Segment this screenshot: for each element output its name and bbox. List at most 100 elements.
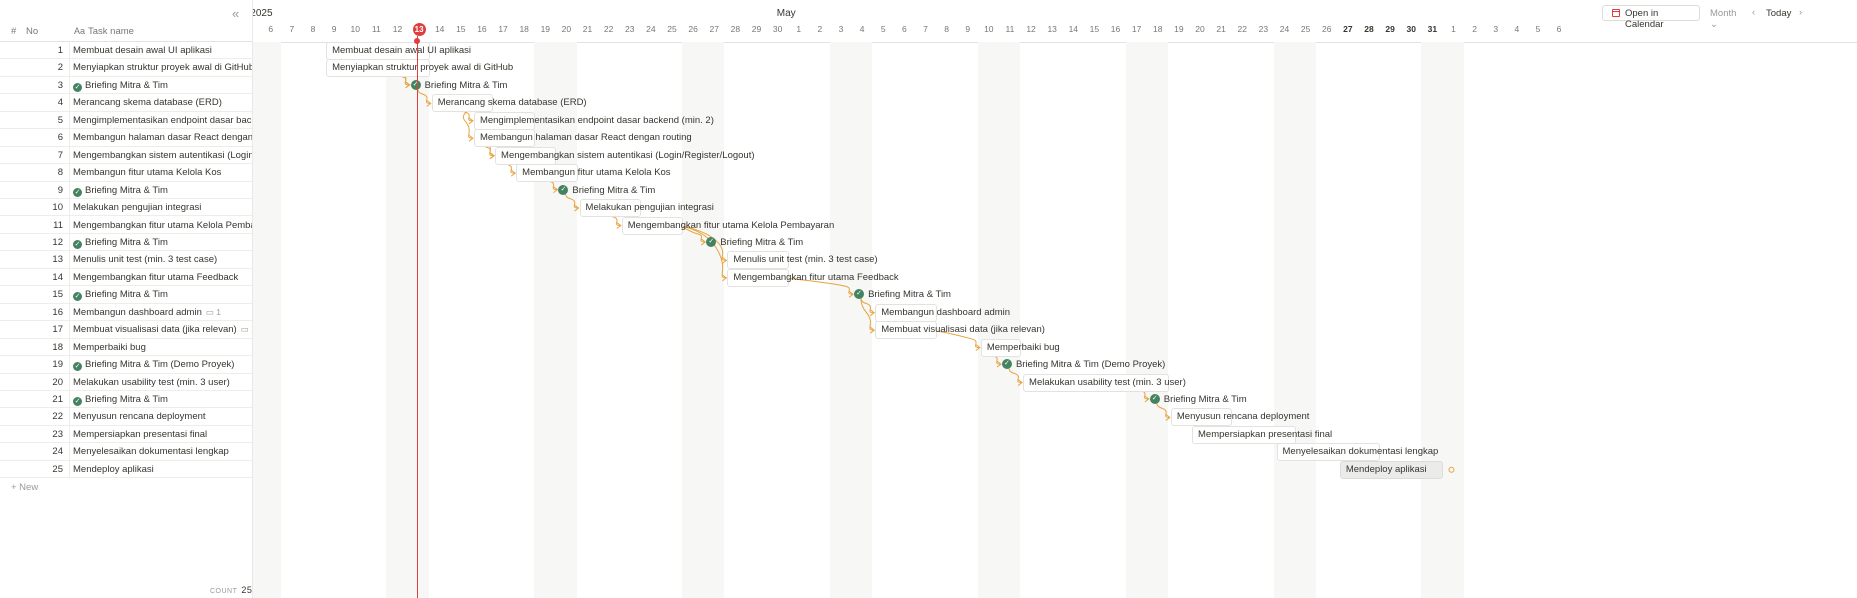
table-row[interactable]: 13 Menulis unit test (min. 3 test case) xyxy=(0,250,252,269)
row-number: 19 xyxy=(52,359,63,371)
task-name-text: Menulis unit test (min. 3 test case) xyxy=(73,254,218,266)
task-name-text: Membangun halaman dasar React dengan rou… xyxy=(73,132,252,144)
table-row[interactable]: 14 Mengembangkan fitur utama Feedback xyxy=(0,267,252,287)
table-row[interactable]: 8 Membangun fitur utama Kelola Kos xyxy=(0,163,252,182)
table-row[interactable]: 24 Menyelesaikan dokumentasi lengkap xyxy=(0,442,252,461)
table-row[interactable]: 3 ✓ Briefing Mitra & Tim xyxy=(0,75,252,95)
task-bar-label: Membuat visualisasi data (jika relevan) xyxy=(881,324,1045,336)
open-in-calendar-button[interactable]: Open in Calendar xyxy=(1602,5,1700,30)
task-bar-label: Membangun fitur utama Kelola Kos xyxy=(522,167,671,179)
table-row[interactable]: 1 Membuat desain awal UI aplikasi xyxy=(0,41,252,60)
task-name[interactable]: Mempersiapkan presentasi final xyxy=(73,429,207,440)
table-row[interactable]: 18 Memperbaiki bug xyxy=(0,337,252,357)
task-bar-label: Melakukan pengujian integrasi xyxy=(585,202,714,214)
row-number: 12 xyxy=(52,236,63,248)
table-row[interactable]: 11 Mengembangkan fitur utama Kelola Pemba… xyxy=(0,215,252,234)
task-name-text: Briefing Mitra & Tim xyxy=(85,79,168,91)
milestone-label: Briefing Mitra & Tim (Demo Proyek) xyxy=(1015,359,1166,371)
row-number: 8 xyxy=(57,167,63,179)
task-name[interactable]: Mengimplementasikan endpoint dasar backe… xyxy=(73,115,252,126)
row-divider xyxy=(69,215,70,233)
number-column-icon: # xyxy=(11,26,17,37)
row-number: 25 xyxy=(52,463,63,475)
row-number: 9 xyxy=(57,184,63,196)
task-name[interactable]: ✓ Briefing Mitra & Tim (Demo Proyek) xyxy=(73,359,234,372)
row-number: 13 xyxy=(52,254,63,266)
table-row[interactable]: 9 ✓ Briefing Mitra & Tim xyxy=(0,180,252,200)
table-row[interactable]: 10 Melakukan pengujian integrasi xyxy=(0,198,252,217)
table-row[interactable]: 2 Menyiapkan struktur proyek awal di GitH… xyxy=(0,58,252,77)
table-row[interactable]: 5 Mengimplementasikan endpoint dasar back… xyxy=(0,110,252,130)
task-name-text: Membuat visualisasi data (jika relevan) xyxy=(73,324,237,336)
table-row[interactable]: 12 ✓ Briefing Mitra & Tim xyxy=(0,232,252,252)
table-row[interactable]: 25 Mendeploy aplikasi xyxy=(0,459,252,479)
task-name[interactable]: Melakukan pengujian integrasi xyxy=(73,202,201,213)
column-header-task-name[interactable]: Task name xyxy=(88,26,134,37)
table-row[interactable]: 7 Mengembangkan sistem autentikasi (Login… xyxy=(0,145,252,165)
row-divider xyxy=(69,110,70,129)
table-row[interactable]: 20 Melakukan usability test (min. 3 user) xyxy=(0,372,252,391)
task-name[interactable]: Menyelesaikan dokumentasi lengkap xyxy=(73,446,229,457)
milestone-check-icon[interactable]: ✓ xyxy=(410,79,421,90)
milestone-check-icon[interactable]: ✓ xyxy=(1149,394,1160,404)
task-name-text: Menyusun rencana deployment xyxy=(73,411,206,423)
task-bar-label: Merancang skema database (ERD) xyxy=(437,97,587,109)
dependency-handle-icon[interactable] xyxy=(1448,466,1455,473)
task-name[interactable]: ✓ Briefing Mitra & Tim xyxy=(73,185,168,197)
task-name[interactable]: Membangun halaman dasar React dengan rou… xyxy=(73,132,252,143)
zoom-select[interactable]: Month ⌄ xyxy=(1710,8,1736,30)
previous-icon[interactable]: ‹ xyxy=(1752,7,1755,18)
task-name-text: Briefing Mitra & Tim xyxy=(85,394,168,405)
task-name[interactable]: Mendeploy aplikasi xyxy=(73,464,154,475)
task-name[interactable]: ✓ Briefing Mitra & Tim xyxy=(73,394,168,406)
row-number: 20 xyxy=(52,376,63,388)
table-row[interactable]: 19 ✓ Briefing Mitra & Tim (Demo Proyek) xyxy=(0,355,252,374)
table-row[interactable]: 17 Membuat visualisasi data (jika relevan… xyxy=(0,320,252,339)
task-bar-label: Melakukan usability test (min. 3 user) xyxy=(1029,376,1186,388)
task-name[interactable]: Membuat desain awal UI aplikasi xyxy=(73,45,212,56)
task-name[interactable]: Mengembangkan sistem autentikasi (Login/… xyxy=(73,150,252,161)
task-name[interactable]: Memperbaiki bug xyxy=(73,342,146,353)
new-task-button[interactable]: + New xyxy=(11,482,38,493)
table-row[interactable]: 15 ✓ Briefing Mitra & Tim xyxy=(0,285,252,304)
table-row[interactable]: 6 Membangun halaman dasar React dengan ro… xyxy=(0,128,252,147)
milestone-check-icon[interactable]: ✓ xyxy=(558,184,569,195)
task-name[interactable]: ✓ Briefing Mitra & Tim xyxy=(73,237,168,249)
row-number: 7 xyxy=(57,149,63,161)
row-divider xyxy=(69,424,70,443)
column-header-no[interactable]: No xyxy=(26,26,38,37)
task-name[interactable]: Menulis unit test (min. 3 test case) xyxy=(73,254,217,265)
task-name[interactable]: Mengembangkan fitur utama Feedback xyxy=(73,272,238,283)
task-name[interactable]: Membuat visualisasi data (jika relevan) ▭… xyxy=(73,324,252,335)
table-header: # No Aa Task name xyxy=(0,20,252,42)
task-name[interactable]: ✓ Briefing Mitra & Tim xyxy=(73,80,168,92)
row-divider xyxy=(69,232,70,251)
table-row[interactable]: 16 Membangun dashboard admin ▭ 1 xyxy=(0,302,252,322)
table-row[interactable]: 23 Mempersiapkan presentasi final xyxy=(0,424,252,444)
task-name[interactable]: Mengembangkan fitur utama Kelola Pembaya… xyxy=(73,220,252,231)
table-row[interactable]: 22 Menyusun rencana deployment xyxy=(0,407,252,426)
task-name[interactable]: Membangun fitur utama Kelola Kos xyxy=(73,167,221,178)
comment-icon[interactable]: ▭ 1 xyxy=(206,307,221,317)
row-divider xyxy=(69,320,70,338)
task-name[interactable]: Menyusun rencana deployment xyxy=(73,411,206,422)
done-check-icon: ✓ xyxy=(73,397,82,406)
task-name[interactable]: ✓ Briefing Mitra & Tim xyxy=(73,289,168,302)
next-icon[interactable]: › xyxy=(1799,7,1802,18)
table-row[interactable]: 21 ✓ Briefing Mitra & Tim xyxy=(0,390,252,409)
task-name[interactable]: Menyiapkan struktur proyek awal di GitHu… xyxy=(73,62,252,73)
task-bar-label: Mengimplementasikan endpoint dasar backe… xyxy=(479,114,714,126)
task-name-text: Membuat desain awal UI aplikasi xyxy=(73,45,212,56)
task-name[interactable]: Merancang skema database (ERD) xyxy=(73,97,222,108)
timeline-view: « # No Aa Task name 1 Membuat desain awal… xyxy=(0,0,1857,598)
task-bar-label: Mendeploy aplikasi xyxy=(1345,463,1427,475)
comment-icon[interactable]: ▭ 1 xyxy=(241,324,252,334)
milestone-check-icon[interactable]: ✓ xyxy=(1001,359,1012,370)
task-name[interactable]: Melakukan usability test (min. 3 user) xyxy=(73,377,230,388)
task-name-text: Membangun fitur utama Kelola Kos xyxy=(73,167,222,179)
collapse-sidebar-icon[interactable]: « xyxy=(232,6,239,21)
done-check-icon: ✓ xyxy=(73,187,82,197)
task-name[interactable]: Membangun dashboard admin ▭ 1 xyxy=(73,307,221,318)
table-row[interactable]: 4 Merancang skema database (ERD) xyxy=(0,93,252,112)
today-button[interactable]: Today xyxy=(1766,8,1791,19)
